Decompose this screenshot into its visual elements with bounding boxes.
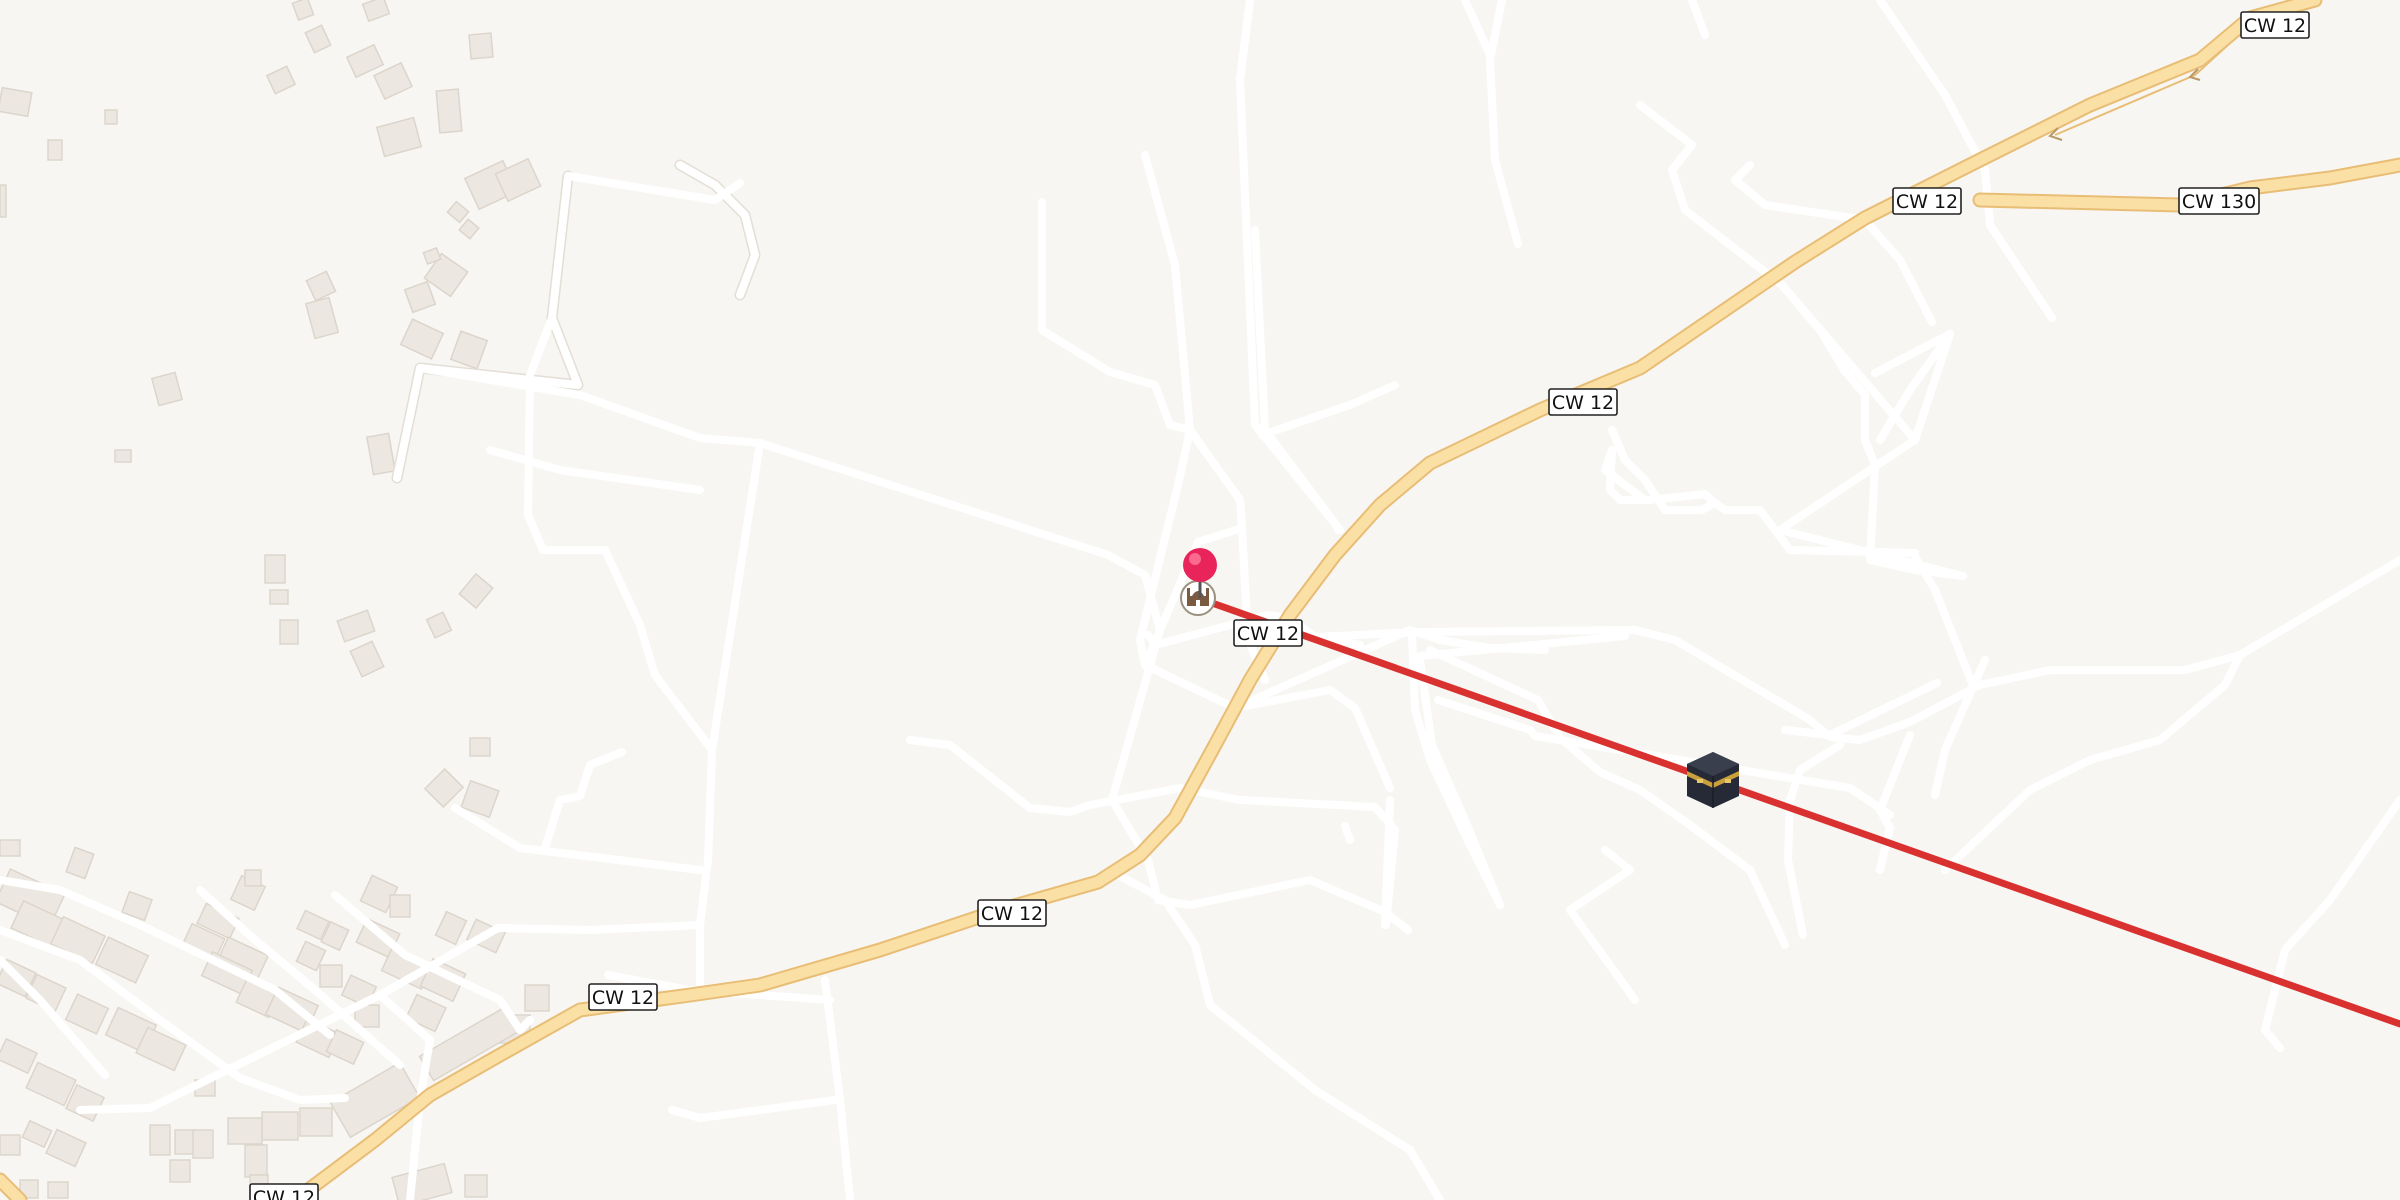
svg-text:CW 12: CW 12 [1896,191,1958,213]
kaaba-icon[interactable] [1687,752,1739,808]
road-label: CW 12 [1892,187,1962,215]
svg-text:CW 12: CW 12 [253,1187,315,1200]
road-label: CW 130 [2178,187,2260,215]
road-label: CW 12 [2240,11,2310,39]
svg-text:CW 12: CW 12 [592,987,654,1009]
road-label: CW 12 [1233,619,1303,647]
svg-text:CW 12: CW 12 [2244,15,2306,37]
svg-text:CW 12: CW 12 [1552,392,1614,414]
road-label: CW 12 [249,1183,319,1200]
svg-text:CW 12: CW 12 [1237,623,1299,645]
road-label: CW 12 [588,983,658,1011]
svg-text:CW 130: CW 130 [2182,191,2256,213]
mosque-icon[interactable] [1180,580,1216,616]
road-label: CW 12 [977,899,1047,927]
map-canvas[interactable]: CW 12 CW 12 CW 130 CW 12 CW 12 CW 12 CW … [0,0,2400,1200]
svg-text:CW 12: CW 12 [981,903,1043,925]
road-label: CW 12 [1548,388,1618,416]
